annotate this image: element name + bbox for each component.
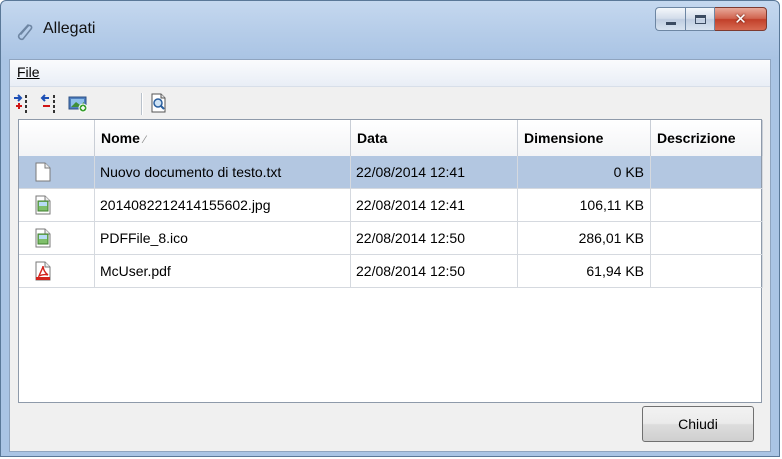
row-size: 286,01 KB <box>518 222 651 255</box>
row-name: Nuovo documento di testo.txt <box>95 156 351 189</box>
table-header: Nome ⁄ Data Dimensione Descrizione <box>19 120 763 157</box>
row-icon-cell <box>19 189 95 222</box>
row-date: 22/08/2014 12:50 <box>351 255 518 288</box>
table-row[interactable]: Nuovo documento di testo.txt 22/08/2014 … <box>19 156 763 189</box>
pdf-file-icon <box>35 261 51 281</box>
add-attachment-icon[interactable] <box>12 93 32 113</box>
title-bar[interactable]: Allegati ✕ <box>1 1 779 59</box>
row-name: McUser.pdf <box>95 255 351 288</box>
column-header-size[interactable]: Dimensione <box>518 120 651 156</box>
row-description <box>651 222 763 255</box>
row-icon-cell <box>19 222 95 255</box>
toolbar-separator <box>141 93 143 115</box>
column-header-date[interactable]: Data <box>351 120 518 156</box>
row-description <box>651 156 763 189</box>
paperclip-icon <box>17 24 33 41</box>
attachments-table: Nome ⁄ Data Dimensione Descrizione Nuovo … <box>18 119 763 403</box>
row-date: 22/08/2014 12:50 <box>351 222 518 255</box>
row-size: 0 KB <box>518 156 651 189</box>
attachments-window: Allegati ✕ File Nome ⁄ Data Dimensione D… <box>0 0 780 457</box>
close-button[interactable]: ✕ <box>715 7 767 31</box>
image-file-icon <box>35 228 51 248</box>
menu-bar: File <box>10 60 770 87</box>
caption-buttons: ✕ <box>655 7 767 31</box>
row-date: 22/08/2014 12:41 <box>351 189 518 222</box>
close-dialog-button[interactable]: Chiudi <box>642 406 754 442</box>
remove-attachment-icon[interactable] <box>40 93 60 113</box>
column-header-icon[interactable] <box>19 120 95 156</box>
sort-indicator-icon: ⁄ <box>143 134 146 146</box>
table-row[interactable]: PDFFile_8.ico 22/08/2014 12:50 286,01 KB <box>19 222 763 255</box>
image-file-icon <box>35 195 51 215</box>
row-description <box>651 255 763 288</box>
column-header-description[interactable]: Descrizione <box>651 120 763 156</box>
menu-file-label: File <box>17 64 40 80</box>
row-date: 22/08/2014 12:41 <box>351 156 518 189</box>
row-icon-cell <box>19 156 95 189</box>
minimize-button[interactable] <box>655 7 685 31</box>
text-file-icon <box>35 162 51 182</box>
column-header-name[interactable]: Nome ⁄ <box>95 120 351 156</box>
table-row[interactable]: McUser.pdf 22/08/2014 12:50 61,94 KB <box>19 255 763 288</box>
column-header-name-label: Nome <box>101 130 140 146</box>
row-name: 2014082212414155602.jpg <box>95 189 351 222</box>
row-icon-cell <box>19 255 95 288</box>
menu-file[interactable]: File <box>17 64 40 80</box>
row-name: PDFFile_8.ico <box>95 222 351 255</box>
preview-icon[interactable] <box>149 93 169 113</box>
toolbar <box>10 87 770 119</box>
close-icon: ✕ <box>734 10 747 28</box>
window-title: Allegati <box>43 20 96 37</box>
add-image-icon[interactable] <box>68 93 88 113</box>
window-client-area: File Nome ⁄ Data Dimensione Descrizione … <box>9 59 771 452</box>
row-description <box>651 189 763 222</box>
row-size: 106,11 KB <box>518 189 651 222</box>
maximize-icon <box>694 14 706 24</box>
row-size: 61,94 KB <box>518 255 651 288</box>
minimize-icon <box>665 21 676 25</box>
maximize-button[interactable] <box>685 7 715 31</box>
table-row[interactable]: 2014082212414155602.jpg 22/08/2014 12:41… <box>19 189 763 222</box>
